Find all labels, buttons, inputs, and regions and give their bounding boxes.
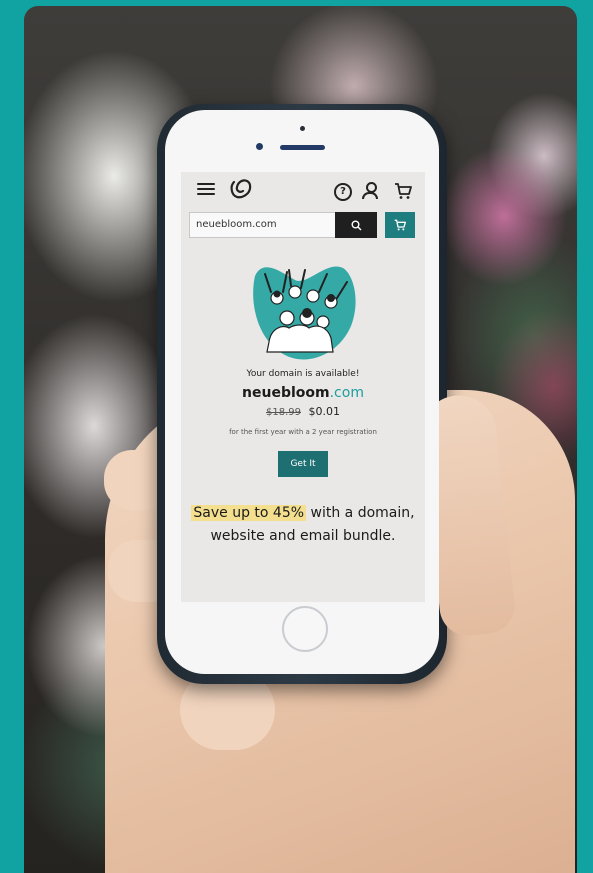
promo-text: Save up to 45% with a domain, website an… xyxy=(191,502,415,548)
earpiece-speaker xyxy=(280,145,325,150)
domain-tld: .com xyxy=(329,385,364,401)
new-price: $0.01 xyxy=(308,405,341,418)
cart-icon xyxy=(394,219,406,231)
front-camera xyxy=(300,126,305,131)
home-button[interactable] xyxy=(282,606,328,652)
domain-search-input[interactable]: neuebloom.com xyxy=(189,212,335,238)
price-terms: for the first year with a 2 year registr… xyxy=(229,428,377,436)
cart-icon[interactable] xyxy=(394,182,412,204)
get-it-button[interactable]: Get It xyxy=(278,451,328,477)
price-row: $18.99 $0.01 xyxy=(181,405,425,418)
availability-message: Your domain is available! xyxy=(246,369,360,379)
phone-screen: ? neuebloom.com Your domain is available… xyxy=(181,172,425,602)
crowd-celebration-illustration xyxy=(253,266,356,360)
question-circle-icon[interactable]: ? xyxy=(334,183,352,201)
godaddy-logo-icon[interactable] xyxy=(229,178,253,200)
search-button[interactable] xyxy=(335,212,377,238)
top-nav: ? xyxy=(181,172,425,208)
promo-highlight: Save up to 45% xyxy=(191,505,307,521)
hamburger-menu-icon[interactable] xyxy=(197,183,215,195)
domain-base: neuebloom xyxy=(242,385,330,401)
user-icon[interactable] xyxy=(362,182,378,200)
search-icon xyxy=(351,220,361,230)
domain-name: neuebloom.com xyxy=(181,385,425,401)
old-price: $18.99 xyxy=(266,407,301,418)
camera xyxy=(256,143,263,150)
add-to-cart-button[interactable] xyxy=(385,212,415,238)
